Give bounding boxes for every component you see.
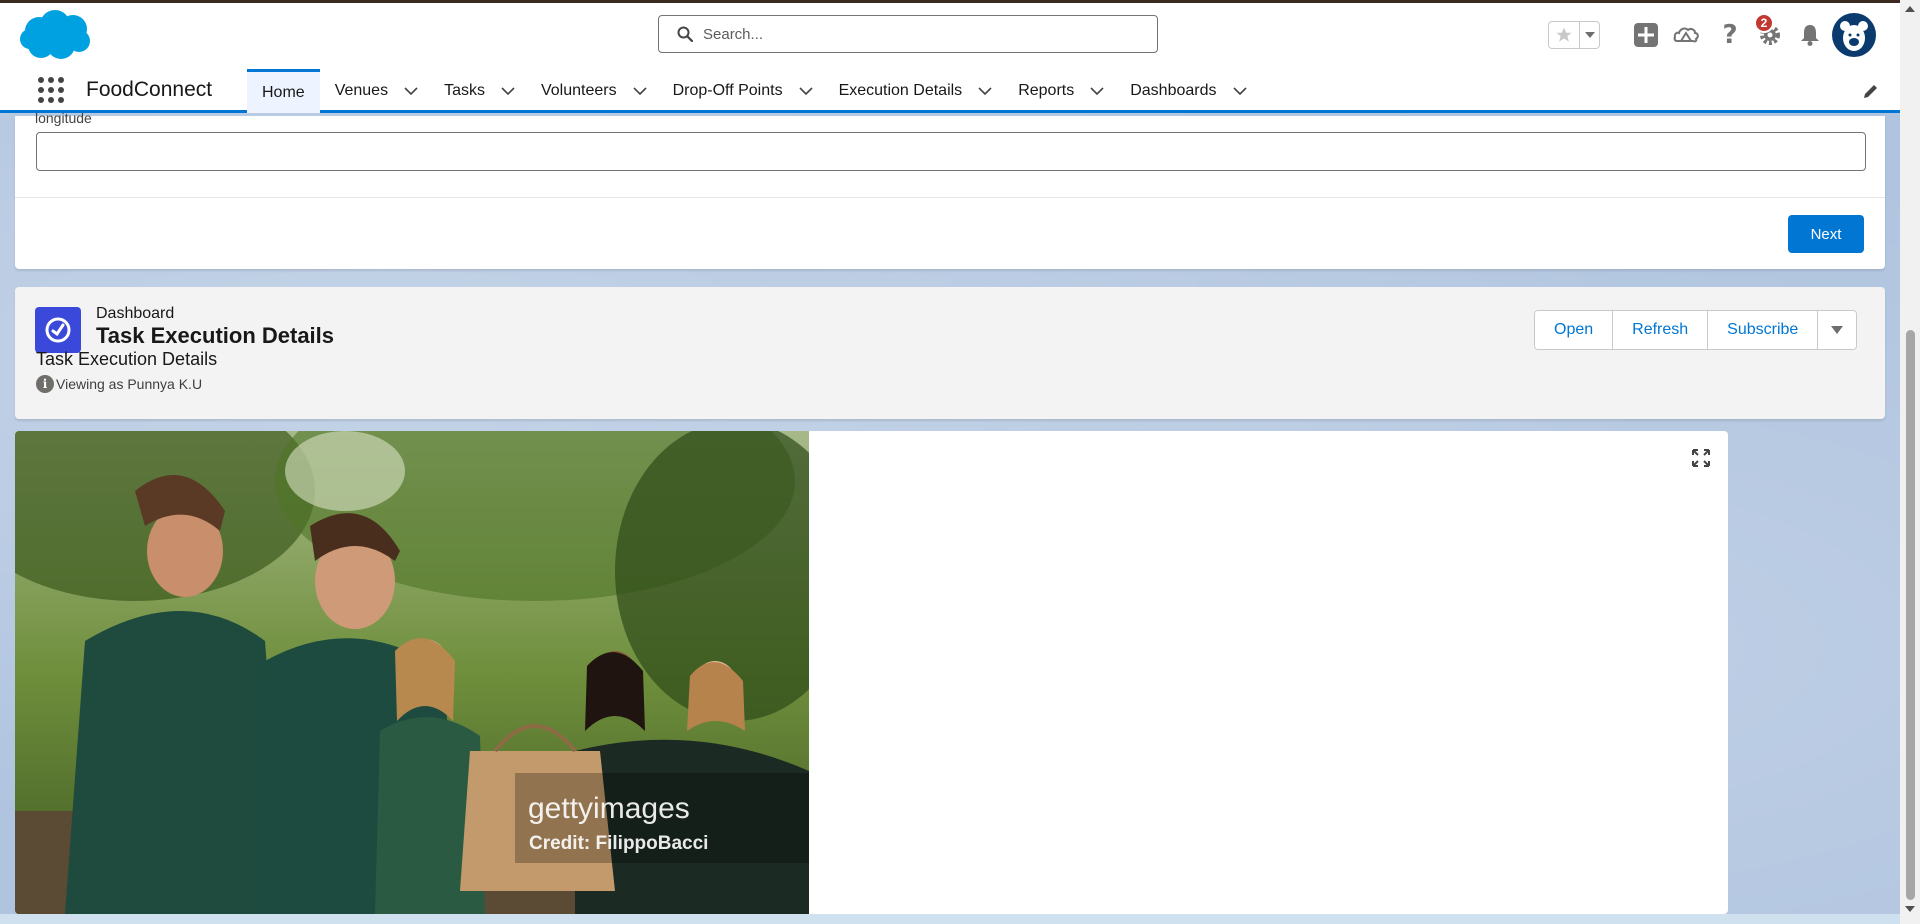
app-launcher-icon[interactable]	[36, 75, 66, 105]
viewing-as-text: Viewing as Punnya K.U	[56, 376, 203, 392]
viewing-as-info: i Viewing as Punnya K.U	[36, 375, 202, 393]
nav-tab-label: Venues	[334, 82, 389, 99]
user-avatar[interactable]	[1832, 13, 1876, 57]
dashboard-title: Task Execution Details	[96, 323, 335, 348]
salesforce-cloud-logo[interactable]	[19, 9, 92, 61]
open-button[interactable]: Open	[1535, 311, 1614, 349]
nav-tab-dashboards[interactable]: Dashboards	[1115, 69, 1257, 113]
getty-watermark: gettyimages	[528, 792, 690, 825]
volunteers-photo: gettyimages Credit: FilippoBacci	[15, 431, 809, 914]
search-icon	[677, 26, 693, 42]
longitude-label: longitude	[35, 110, 92, 126]
nav-tab-label: Execution Details	[838, 82, 963, 99]
gauge-icon	[45, 317, 71, 343]
image-widget-card: gettyimages Credit: FilippoBacci	[15, 431, 1728, 914]
nav-tab-label: Volunteers	[540, 82, 617, 99]
info-icon: i	[36, 375, 54, 393]
trailhead-icon	[1673, 27, 1699, 43]
favorites-dropdown-button[interactable]	[1579, 22, 1599, 48]
more-actions-button[interactable]	[1818, 311, 1857, 349]
nav-tab-label: Drop-Off Points	[672, 82, 783, 99]
nav-tab-venues[interactable]: Venues	[320, 69, 429, 113]
edit-nav-pencil-icon[interactable]	[1862, 82, 1880, 100]
trailhead-button[interactable]	[1670, 19, 1702, 51]
chevron-down-icon[interactable]	[978, 84, 992, 98]
longitude-input[interactable]	[36, 132, 1866, 171]
global-actions-button[interactable]	[1630, 19, 1662, 51]
dashboard-button-group: Open Refresh Subscribe	[1534, 310, 1858, 350]
global-search[interactable]	[658, 15, 1158, 53]
volunteers-food-distribution-image: gettyimages Credit: FilippoBacci	[15, 431, 809, 914]
chevron-down-icon[interactable]	[798, 84, 813, 98]
chevron-down-icon[interactable]	[1090, 84, 1104, 98]
subscribe-button[interactable]: Subscribe	[1708, 311, 1819, 349]
nav-tab-home[interactable]: Home	[247, 69, 320, 113]
scroll-up-arrow[interactable]	[1905, 6, 1915, 12]
notification-badge: 2	[1754, 13, 1774, 33]
app-name: FoodConnect	[86, 78, 213, 101]
dashboard-header-card: Dashboard Task Execution Details Task Ex…	[15, 287, 1885, 419]
next-button[interactable]: Next	[1788, 215, 1864, 253]
scroll-thumb[interactable]	[1906, 330, 1915, 900]
nav-items: Home Venues Tasks Volunteers Drop-Off Po…	[247, 69, 1258, 113]
dashboard-icon	[35, 307, 81, 353]
favorites-star-button[interactable]	[1549, 22, 1579, 48]
nav-tab-volunteers[interactable]: Volunteers	[526, 69, 658, 113]
star-icon	[1556, 27, 1572, 42]
dashboard-type-label: Dashboard	[96, 305, 175, 322]
add-icon	[1634, 23, 1658, 47]
bell-icon	[1801, 25, 1819, 46]
nav-tab-drop-off-points[interactable]: Drop-Off Points	[658, 69, 824, 113]
app-navigation-bar: FoodConnect Home Venues Tasks Volunteers…	[0, 69, 1900, 113]
flow-footer: Next	[15, 197, 1885, 269]
chevron-down-icon[interactable]	[633, 84, 647, 98]
dashboard-subtitle: Task Execution Details	[36, 349, 218, 369]
nav-tab-label: Home	[262, 83, 305, 101]
nav-tab-reports[interactable]: Reports	[1003, 69, 1115, 113]
help-icon: ?	[1722, 20, 1738, 50]
expand-icon[interactable]	[1692, 449, 1710, 467]
search-input[interactable]	[703, 25, 1123, 43]
nav-tab-label: Dashboards	[1130, 82, 1217, 99]
caret-down-icon	[1831, 326, 1844, 334]
nav-tab-execution-details[interactable]: Execution Details	[824, 69, 1004, 113]
chevron-down-icon[interactable]	[404, 84, 418, 98]
refresh-button[interactable]: Refresh	[1613, 311, 1709, 349]
page-scrollbar[interactable]	[1900, 0, 1920, 924]
nav-tab-tasks[interactable]: Tasks	[429, 69, 526, 113]
scroll-down-arrow[interactable]	[1905, 906, 1915, 912]
caret-down-icon	[1584, 32, 1595, 38]
chevron-down-icon[interactable]	[1232, 84, 1247, 98]
nav-tab-label: Tasks	[444, 82, 485, 99]
flow-screen-card: longitude Next	[15, 110, 1885, 269]
nav-tab-label: Reports	[1018, 82, 1075, 99]
global-header: ? 2	[0, 3, 1900, 69]
bear-avatar-icon	[1840, 21, 1868, 51]
chevron-down-icon[interactable]	[501, 84, 515, 98]
bottom-status-strip	[0, 914, 1900, 924]
photo-credit: Credit: FilippoBacci	[529, 833, 708, 854]
favorites-group	[1548, 21, 1600, 49]
help-button[interactable]: ?	[1714, 19, 1746, 51]
notifications-button[interactable]	[1794, 19, 1826, 51]
